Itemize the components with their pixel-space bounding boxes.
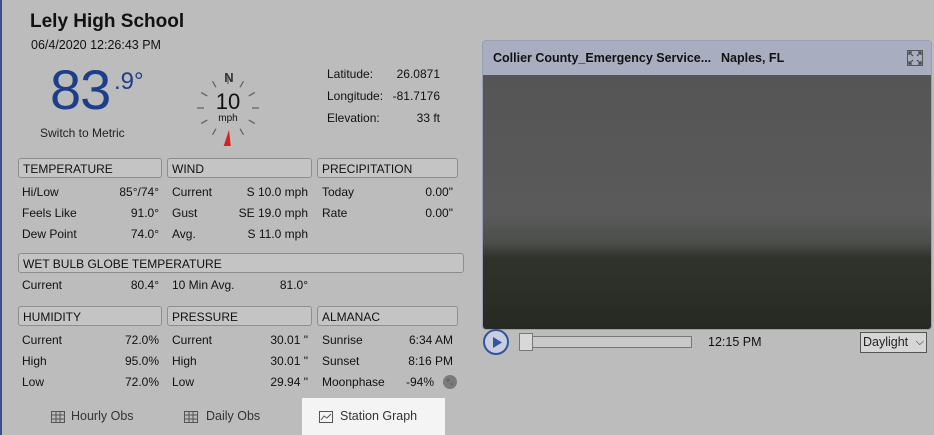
tab-daily-obs[interactable]: Daily Obs <box>167 398 297 435</box>
precipitation-row-value: 0.00" <box>425 206 453 220</box>
elevation-row: Elevation: 33 ft <box>327 111 440 125</box>
humidity-row-value: 72.0% <box>124 375 159 389</box>
almanac-row-value: -94% <box>405 375 434 389</box>
wbgt-avg-value: 81.0° <box>279 278 308 292</box>
pressure-header: PRESSURE <box>167 306 312 326</box>
weather-station-widget: Lely High School 06/4/2020 12:26:43 PM 8… <box>0 0 934 435</box>
temperature-header: TEMPERATURE <box>18 158 162 178</box>
wind-row-value: S 10.0 mph <box>246 185 308 199</box>
moon-phase-icon <box>443 375 457 389</box>
almanac-row-value: 6:34 AM <box>408 333 453 347</box>
daylight-select-value: Daylight <box>863 335 909 349</box>
humidity-row-label: High <box>22 354 47 368</box>
humidity-row-value: 72.0% <box>124 333 159 347</box>
temperature-row-label: Hi/Low <box>22 185 59 199</box>
almanac-row-label: Moonphase <box>322 375 385 389</box>
wind-row-label: Gust <box>172 206 198 220</box>
wind-row-label: Avg. <box>172 227 196 241</box>
wbgt-current-label: Current <box>22 278 63 292</box>
timeline-slider-handle[interactable] <box>519 333 533 351</box>
pressure-row-value: 29.94 " <box>270 375 308 389</box>
humidity-row-label: Low <box>22 375 45 389</box>
wind-row-value: S 11.0 mph <box>247 227 308 241</box>
tab-station-graph[interactable]: Station Graph <box>302 398 445 435</box>
pressure-row-label: High <box>172 354 197 368</box>
play-icon <box>493 337 502 348</box>
tab-hourly-obs-label: Hourly Obs <box>71 409 134 423</box>
almanac-row-label: Sunset <box>322 354 360 368</box>
chart-icon <box>319 411 333 423</box>
wbgt-current-value: 80.4° <box>130 278 159 292</box>
tab-daily-obs-label: Daily Obs <box>206 409 261 423</box>
webcam-panel: Collier County_Emergency Service... Napl… <box>482 40 932 330</box>
latitude-row: Latitude: 26.0871 <box>327 67 440 81</box>
almanac-row-value: 8:16 PM <box>408 354 453 368</box>
humidity-header: HUMIDITY <box>18 306 162 326</box>
webcam-player-controls: 12:15 PM Daylight ⌵ <box>482 328 930 356</box>
temperature-row-label: Feels Like <box>22 206 77 220</box>
daylight-select[interactable]: Daylight ⌵ <box>860 332 927 353</box>
longitude-row: Longitude: -81.7176 <box>327 89 440 103</box>
humidity-row-label: Current <box>22 333 63 347</box>
wind-header: WIND <box>167 158 312 178</box>
wind-row-label: Current <box>172 185 213 199</box>
pressure-row-label: Current <box>172 333 213 347</box>
webcam-city: Naples, FL <box>721 51 785 65</box>
current-temperature: 83 <box>50 58 111 121</box>
wind-speed-value: 10 <box>215 89 241 114</box>
pressure-row-label: Low <box>172 375 195 389</box>
play-button[interactable] <box>483 329 509 355</box>
webcam-location: Collier County_Emergency Service... <box>493 51 712 65</box>
longitude-value: -81.7176 <box>392 89 440 103</box>
elevation-value: 33 ft <box>416 111 440 125</box>
expand-icon[interactable] <box>907 50 923 66</box>
webcam-frame-time: 12:15 PM <box>708 335 762 349</box>
precipitation-row-value: 0.00" <box>425 185 453 199</box>
latitude-value: 26.0871 <box>396 67 440 81</box>
wbgt-header: WET BULB GLOBE TEMPERATURE <box>18 253 464 273</box>
webcam-title-bar: Collier County_Emergency Service... Napl… <box>483 41 931 75</box>
compass-north-label: N <box>224 70 234 85</box>
switch-to-metric-link[interactable]: Switch to Metric <box>40 126 125 140</box>
pressure-row-value: 30.01 " <box>270 354 308 368</box>
almanac-row-label: Sunrise <box>322 333 363 347</box>
temperature-row-value: 85°/74° <box>119 185 159 199</box>
timeline-slider[interactable] <box>519 336 692 348</box>
wbgt-avg-label: 10 Min Avg. <box>172 278 235 292</box>
pressure-row-value: 30.01 " <box>270 333 308 347</box>
chevron-down-icon: ⌵ <box>915 336 924 348</box>
almanac-header: ALMANAC <box>317 306 458 326</box>
temperature-row-label: Dew Point <box>22 227 77 241</box>
webcam-image[interactable] <box>483 75 931 329</box>
station-name: Lely High School <box>30 11 185 32</box>
wind-row-value: SE 19.0 mph <box>238 206 308 220</box>
table-icon <box>184 411 198 423</box>
precipitation-row-label: Rate <box>322 206 348 220</box>
tab-station-graph-label: Station Graph <box>340 409 418 423</box>
table-icon <box>51 411 65 423</box>
precipitation-row-label: Today <box>322 185 355 199</box>
humidity-row-value: 95.0% <box>124 354 159 368</box>
tab-hourly-obs[interactable]: Hourly Obs <box>35 398 165 435</box>
temperature-row-value: 91.0° <box>130 206 159 220</box>
current-temperature-decimal: .9° <box>114 68 144 95</box>
station-datetime: 06/4/2020 12:26:43 PM <box>31 38 161 52</box>
precipitation-header: PRECIPITATION <box>317 158 458 178</box>
temperature-row-value: 74.0° <box>130 227 159 241</box>
wind-direction-arrow-icon <box>223 130 231 146</box>
wind-speed-unit: mph <box>218 113 238 124</box>
